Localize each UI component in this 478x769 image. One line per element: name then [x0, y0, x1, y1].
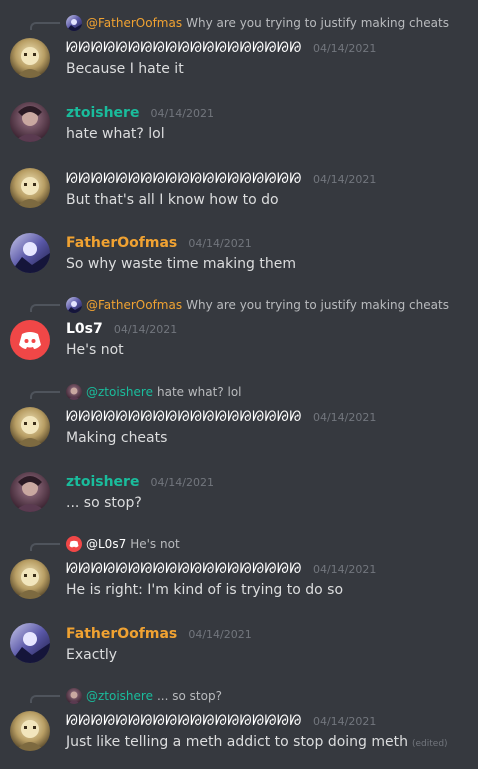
timestamp: 04/14/2021	[150, 476, 214, 489]
avatar-ztoishere-small	[66, 384, 82, 400]
message-header: ztoishere 04/14/2021	[66, 101, 214, 123]
avatar[interactable]	[10, 320, 50, 360]
reply-text: Why are you trying to justify making che…	[186, 298, 449, 312]
username[interactable]: ztoishere	[66, 474, 139, 490]
username[interactable]: ᘙᘙᘙᘙᘙᘙᘙᘙᘙᘙᘙᘙᘙᘙᘙᘙᘙᘙᘙ	[66, 171, 302, 187]
message: @FatherOofmas Why are you trying to just…	[0, 8, 478, 78]
timestamp: 04/14/2021	[312, 42, 377, 55]
message-header: ᘙᘙᘙᘙᘙᘙᘙᘙᘙᘙᘙᘙᘙᘙᘙᘙᘙᘙᘙ 04/14/2021	[66, 167, 376, 189]
message-header: L0s7 04/14/2021	[66, 317, 177, 339]
avatar[interactable]	[10, 472, 50, 512]
reply-author[interactable]: @FatherOofmas	[86, 15, 182, 31]
message-header: FatherOofmas 04/14/2021	[66, 231, 252, 253]
timestamp: 04/14/2021	[312, 411, 377, 424]
reply-text: Why are you trying to justify making che…	[186, 16, 449, 30]
username[interactable]: ᘙᘙᘙᘙᘙᘙᘙᘙᘙᘙᘙᘙᘙᘙᘙᘙᘙᘙᘙ	[66, 561, 302, 577]
avatar[interactable]	[10, 711, 50, 751]
message-text: Because I hate it	[66, 61, 184, 77]
avatar[interactable]	[10, 168, 50, 208]
avatar-fatheroofmas-small	[66, 15, 82, 31]
timestamp: 04/14/2021	[113, 323, 178, 336]
message-text: ... so stop?	[66, 495, 142, 511]
username[interactable]: ᘙᘙᘙᘙᘙᘙᘙᘙᘙᘙᘙᘙᘙᘙᘙᘙᘙᘙᘙ	[66, 713, 302, 729]
message-header: ᘙᘙᘙᘙᘙᘙᘙᘙᘙᘙᘙᘙᘙᘙᘙᘙᘙᘙᘙ 04/14/2021	[66, 557, 376, 579]
timestamp: 04/14/2021	[312, 173, 377, 186]
reply-connector	[30, 543, 60, 551]
timestamp: 04/14/2021	[188, 628, 252, 641]
reply-preview[interactable]: @ztoishere ... so stop?	[66, 688, 222, 704]
avatar[interactable]	[10, 38, 50, 78]
reply-text: ... so stop?	[156, 689, 222, 703]
avatar-fatheroofmas-small	[66, 297, 82, 313]
reply-connector	[30, 695, 60, 703]
message-text: Exactly	[66, 647, 118, 663]
message-text: Making cheats	[66, 430, 168, 446]
message-header: ᘙᘙᘙᘙᘙᘙᘙᘙᘙᘙᘙᘙᘙᘙᘙᘙᘙᘙᘙ 04/14/2021	[66, 405, 376, 427]
timestamp: 04/14/2021	[312, 563, 377, 576]
reply-connector	[30, 22, 60, 30]
message-text: He is right: I'm kind of is trying to do…	[66, 582, 344, 598]
avatar[interactable]	[10, 233, 50, 273]
reply-author[interactable]: @ztoishere	[86, 688, 153, 704]
reply-preview[interactable]: @L0s7 He's not	[66, 536, 180, 552]
reply-author[interactable]: @FatherOofmas	[86, 297, 182, 313]
username[interactable]: ztoishere	[66, 105, 139, 121]
username[interactable]: L0s7	[66, 321, 103, 337]
avatar-ztoishere-small	[66, 688, 82, 704]
reply-connector	[30, 304, 60, 312]
avatar-l0s7-small	[66, 536, 82, 552]
message-text: But that's all I know how to do	[66, 192, 279, 208]
username[interactable]: FatherOofmas	[66, 235, 177, 251]
reply-preview[interactable]: @FatherOofmas Why are you trying to just…	[66, 297, 449, 313]
timestamp: 04/14/2021	[150, 107, 214, 120]
edited-label: (edited)	[412, 739, 448, 749]
message-header: ᘙᘙᘙᘙᘙᘙᘙᘙᘙᘙᘙᘙᘙᘙᘙᘙᘙᘙᘙ 04/14/2021	[66, 709, 376, 731]
reply-text: He's not	[130, 537, 180, 551]
timestamp: 04/14/2021	[188, 237, 252, 250]
avatar[interactable]	[10, 623, 50, 663]
message-text: Just like telling a meth addict to stop …	[66, 731, 448, 753]
reply-author[interactable]: @ztoishere	[86, 384, 153, 400]
avatar[interactable]	[10, 559, 50, 599]
avatar[interactable]	[10, 102, 50, 142]
reply-preview[interactable]: @ztoishere hate what? lol	[66, 384, 242, 400]
message-text: hate what? lol	[66, 126, 165, 142]
message-text: He's not	[66, 342, 124, 358]
username[interactable]: FatherOofmas	[66, 626, 177, 642]
reply-preview[interactable]: @FatherOofmas Why are you trying to just…	[66, 15, 449, 31]
reply-connector	[30, 391, 60, 399]
timestamp: 04/14/2021	[312, 715, 377, 728]
message-text-content: Just like telling a meth addict to stop …	[66, 734, 408, 750]
username[interactable]: ᘙᘙᘙᘙᘙᘙᘙᘙᘙᘙᘙᘙᘙᘙᘙᘙᘙᘙᘙ	[66, 409, 302, 425]
reply-author[interactable]: @L0s7	[86, 536, 126, 552]
message-header: ztoishere 04/14/2021	[66, 470, 214, 492]
message-text: So why waste time making them	[66, 256, 296, 272]
reply-text: hate what? lol	[156, 385, 242, 399]
avatar[interactable]	[10, 407, 50, 447]
username[interactable]: ᘙᘙᘙᘙᘙᘙᘙᘙᘙᘙᘙᘙᘙᘙᘙᘙᘙᘙᘙ	[66, 40, 302, 56]
message-header: ᘙᘙᘙᘙᘙᘙᘙᘙᘙᘙᘙᘙᘙᘙᘙᘙᘙᘙᘙ 04/14/2021	[66, 36, 376, 58]
message-header: FatherOofmas 04/14/2021	[66, 622, 252, 644]
